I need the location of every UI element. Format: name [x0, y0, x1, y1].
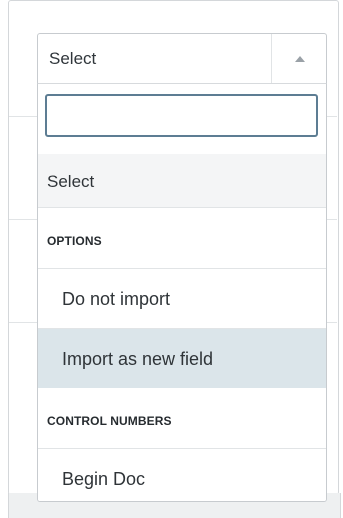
select-value: Select [49, 49, 97, 68]
group-label: OPTIONS [47, 234, 102, 248]
group-label: CONTROL NUMBERS [47, 414, 172, 428]
group-header-control-numbers: CONTROL NUMBERS [38, 388, 326, 449]
dropdown-toggle-button[interactable] [272, 34, 327, 84]
dropdown-menu: Select OPTIONS Do not import Import as n… [37, 83, 327, 502]
option-select[interactable]: Select [38, 154, 326, 208]
option-label: Do not import [62, 289, 171, 309]
option-label: Import as new field [62, 349, 214, 369]
field-mapping-panel: Select Select OPTIONS Do not import Impo… [0, 0, 343, 518]
option-do-not-import[interactable]: Do not import [38, 269, 326, 329]
option-label: Begin Doc [62, 469, 146, 489]
group-header-options: OPTIONS [38, 208, 326, 269]
dropdown-search-area [38, 84, 326, 154]
option-import-as-new-field[interactable]: Import as new field [38, 329, 326, 389]
field-select[interactable]: Select [37, 33, 327, 84]
dropdown-search-input[interactable] [45, 94, 318, 137]
chevron-up-icon [295, 56, 305, 62]
option-begin-doc[interactable]: Begin Doc [38, 449, 326, 501]
option-label: Select [47, 172, 95, 191]
